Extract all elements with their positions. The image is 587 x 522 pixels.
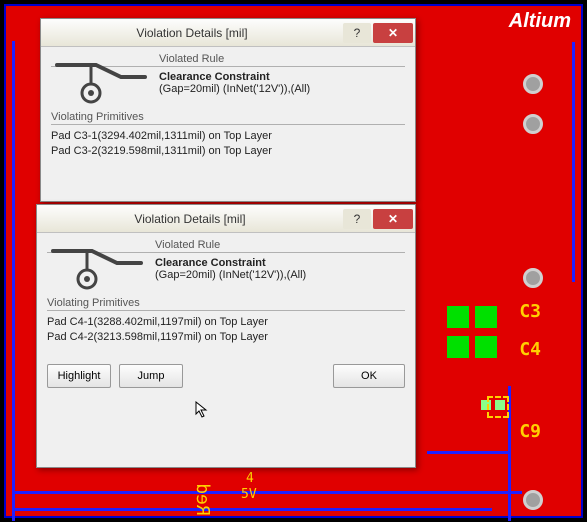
smd-pad: [447, 336, 469, 358]
comp-label-c9: C9: [519, 421, 541, 442]
primitive-line: Pad C3-1(3294.402mil,1311mil) on Top Lay…: [51, 129, 405, 144]
pad-hole: [523, 490, 543, 510]
brand-logo: Altium: [509, 10, 571, 33]
button-row: Highlight Jump OK: [37, 356, 415, 398]
primitive-line: Pad C3-2(3219.598mil,1311mil) on Top Lay…: [51, 144, 405, 159]
dialog-title: Violation Details [mil]: [41, 26, 343, 40]
titlebar[interactable]: Violation Details [mil] ? ✕: [41, 19, 415, 47]
ok-button[interactable]: OK: [333, 364, 405, 388]
dialog-body: Violated Rule Clearance Constraint (Gap=…: [41, 47, 415, 170]
dialog-title: Violation Details [mil]: [37, 212, 343, 226]
trace: [572, 42, 575, 282]
highlight-button[interactable]: Highlight: [47, 364, 111, 388]
trace: [12, 491, 522, 494]
smd-pad: [475, 306, 497, 328]
mirror-text: Red: [192, 483, 213, 516]
primitive-line: Pad C4-1(3288.402mil,1197mil) on Top Lay…: [47, 315, 405, 330]
violating-primitives-heading: Violating Primitives: [47, 297, 405, 311]
jump-button[interactable]: Jump: [119, 364, 183, 388]
help-button[interactable]: ?: [343, 23, 371, 43]
pad-hole: [523, 74, 543, 94]
pad-hole: [523, 268, 543, 288]
close-button[interactable]: ✕: [373, 209, 413, 229]
clearance-diagram-icon: [51, 53, 151, 111]
primitive-line: Pad C4-2(3213.598mil,1197mil) on Top Lay…: [47, 330, 405, 345]
net-number: 4: [246, 471, 254, 486]
pad-hole: [523, 114, 543, 134]
dialog-body: Violated Rule Clearance Constraint (Gap=…: [37, 233, 415, 356]
help-icon: ?: [354, 212, 361, 226]
smd-pad: [447, 306, 469, 328]
clearance-diagram-icon: [47, 239, 147, 297]
comp-label-c3: C3: [519, 301, 541, 322]
silk-outline: [487, 396, 509, 418]
trace: [12, 41, 15, 521]
titlebar[interactable]: Violation Details [mil] ? ✕: [37, 205, 415, 233]
cursor-icon: [195, 401, 209, 419]
comp-label-c4: C4: [519, 339, 541, 360]
violating-primitives-heading: Violating Primitives: [51, 111, 405, 125]
trace: [12, 508, 492, 511]
violation-dialog-1[interactable]: Violation Details [mil] ? ✕ Violated Rul…: [40, 18, 416, 202]
help-icon: ?: [354, 26, 361, 40]
violation-dialog-2[interactable]: Violation Details [mil] ? ✕ Violated Rul…: [36, 204, 416, 468]
help-button[interactable]: ?: [343, 209, 371, 229]
net-name: 5V: [241, 487, 257, 502]
close-button[interactable]: ✕: [373, 23, 413, 43]
close-icon: ✕: [388, 212, 398, 226]
trace: [427, 451, 511, 454]
smd-pad: [475, 336, 497, 358]
close-icon: ✕: [388, 26, 398, 40]
